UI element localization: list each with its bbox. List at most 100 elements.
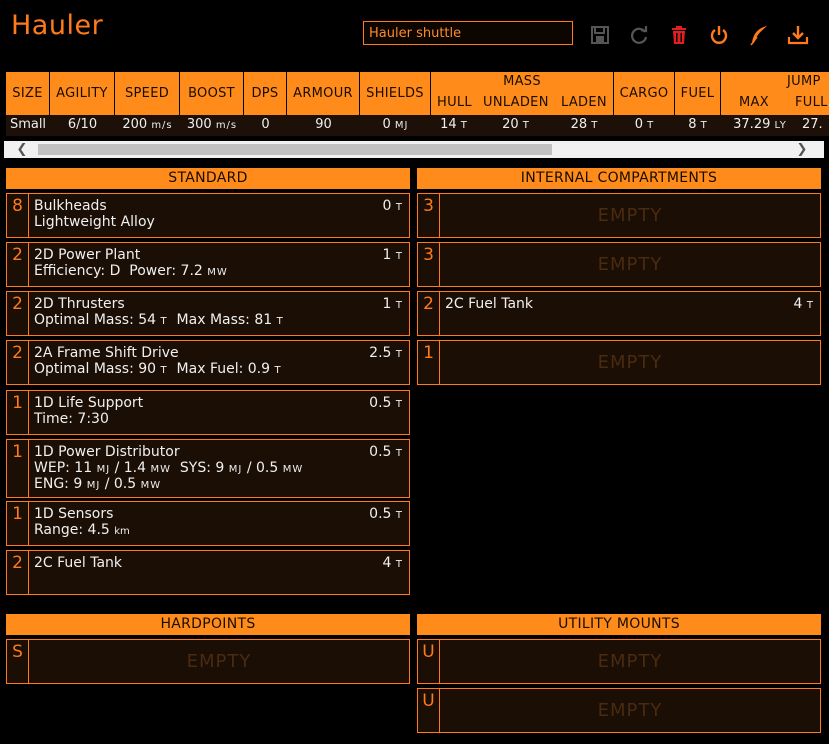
slot-name: 1D Power Distributor: [34, 444, 180, 460]
slot-detail: Range: 4.5 km: [34, 522, 130, 538]
value-armour: 90: [315, 117, 332, 132]
header-unladen[interactable]: UNLADEN: [483, 95, 549, 110]
slot-name: 2C Fuel Tank: [34, 555, 123, 571]
slot-name: 2C Fuel Tank: [445, 296, 534, 312]
internal-slot-1[interactable]: 3 EMPTY: [417, 193, 821, 238]
slot-class: 1: [7, 391, 29, 434]
header-mass-group: MASS HULL UNLADEN LADEN: [431, 72, 614, 115]
utility-slot-2[interactable]: U EMPTY: [417, 688, 821, 733]
header-shields[interactable]: SHIELDS: [360, 72, 431, 115]
export-button[interactable]: [787, 24, 809, 46]
trash-icon: [672, 26, 686, 44]
edit-button[interactable]: [748, 24, 770, 46]
standard-slot-bulkheads[interactable]: 8 Bulkheads 0 T Lightweight Alloy: [6, 193, 410, 238]
slot-empty-label: EMPTY: [186, 651, 252, 672]
scroll-right-icon[interactable]: ❯: [794, 141, 810, 158]
slot-class: U: [418, 689, 440, 732]
standard-slot-power-plant[interactable]: 2 2D Power Plant 1 T Efficiency: D Power…: [6, 242, 410, 287]
hardpoint-slot-small[interactable]: S EMPTY: [6, 639, 410, 684]
scrollbar-thumb[interactable]: [38, 144, 552, 155]
slot-name: 2D Thrusters: [34, 296, 125, 312]
header-dps[interactable]: DPS: [244, 72, 287, 115]
internal-slot-fuel-tank[interactable]: 2 2C Fuel Tank 4 T: [417, 291, 821, 336]
feather-icon: [750, 26, 767, 46]
header-jump: JUMP: [787, 74, 821, 89]
build-name-input[interactable]: [363, 21, 573, 45]
section-utility-header[interactable]: UTILITY MOUNTS: [417, 614, 821, 635]
slot-detail: Efficiency: D Power: 7.2 MW: [34, 263, 228, 279]
standard-slot-power-distributor[interactable]: 1 1D Power Distributor 0.5 T WEP: 11 MJ …: [6, 439, 410, 498]
app-title: Hauler: [11, 10, 104, 41]
slot-mass: 1 T: [382, 247, 403, 263]
ship-stats-table: SIZE AGILITY SPEED BOOST DPS ARMOUR SHIE…: [6, 72, 829, 136]
header-max[interactable]: MAX: [739, 95, 769, 110]
section-hardpoints-header[interactable]: HARDPOINTS: [6, 614, 410, 635]
internal-slot-2[interactable]: 3 EMPTY: [417, 242, 821, 287]
header-armour[interactable]: ARMOUR: [287, 72, 360, 115]
utility-slot-1[interactable]: U EMPTY: [417, 639, 821, 684]
value-size: Small: [9, 117, 47, 132]
slot-class: 1: [418, 341, 440, 384]
slot-class: 2: [418, 292, 440, 335]
section-standard-header[interactable]: STANDARD: [6, 168, 410, 189]
stats-value-row: Small 6/10 200 m/s 300 m/s 0 90 0 MJ 14 …: [6, 115, 829, 136]
value-shields: 0 MJ: [382, 117, 409, 132]
value-full-jump: 27.: [802, 117, 823, 132]
header-laden[interactable]: LADEN: [561, 95, 607, 110]
slot-mass: 4 T: [382, 555, 403, 571]
slot-class: 2: [7, 292, 29, 335]
slot-detail: Optimal Mass: 54 T Max Mass: 81 T: [34, 312, 284, 328]
scroll-left-icon[interactable]: ❮: [14, 141, 30, 158]
standard-slot-thrusters[interactable]: 2 2D Thrusters 1 T Optimal Mass: 54 T Ma…: [6, 291, 410, 336]
value-cargo: 0 T: [634, 117, 655, 132]
standard-slot-fuel-tank[interactable]: 2 2C Fuel Tank 4 T: [6, 550, 410, 595]
stats-header-row: SIZE AGILITY SPEED BOOST DPS ARMOUR SHIE…: [6, 72, 829, 115]
header-cargo[interactable]: CARGO: [614, 72, 675, 115]
save-button[interactable]: [589, 24, 611, 46]
value-dps: 0: [261, 117, 270, 132]
slot-empty-label: EMPTY: [597, 651, 663, 672]
value-speed: 200 m/s: [122, 117, 173, 132]
slot-empty-label: EMPTY: [597, 254, 663, 275]
slot-class: 8: [7, 194, 29, 237]
slot-class: S: [7, 640, 29, 683]
slot-mass: 0.5 T: [369, 506, 403, 522]
standard-slot-life-support[interactable]: 1 1D Life Support 0.5 T Time: 7:30: [6, 390, 410, 435]
value-hull: 14 T: [440, 117, 468, 132]
header-jump-group: JUMP MAX FULL: [721, 72, 829, 115]
slot-class: 1: [7, 502, 29, 545]
header-fuel[interactable]: FUEL: [675, 72, 721, 115]
horizontal-scrollbar[interactable]: ❮ ❯: [4, 141, 824, 158]
delete-button[interactable]: [668, 24, 690, 46]
header-size[interactable]: SIZE: [6, 72, 50, 115]
reload-button[interactable]: [628, 24, 650, 46]
slot-name: 2A Frame Shift Drive: [34, 345, 179, 361]
slot-detail: Optimal Mass: 90 T Max Fuel: 0.9 T: [34, 361, 282, 377]
standard-slot-sensors[interactable]: 1 1D Sensors 0.5 T Range: 4.5 km: [6, 501, 410, 546]
header-hull[interactable]: HULL: [437, 95, 472, 110]
slot-class: 2: [7, 243, 29, 286]
standard-slot-frame-shift-drive[interactable]: 2 2A Frame Shift Drive 2.5 T Optimal Mas…: [6, 340, 410, 385]
value-fuel: 8 T: [688, 117, 708, 132]
slot-class: 1: [7, 440, 29, 497]
slot-class: U: [418, 640, 440, 683]
header-boost[interactable]: BOOST: [180, 72, 244, 115]
slot-class: 3: [418, 194, 440, 237]
slot-mass: 2.5 T: [369, 345, 403, 361]
reload-icon: [631, 26, 648, 44]
header-full[interactable]: FULL: [795, 95, 828, 110]
header-agility[interactable]: AGILITY: [50, 72, 115, 115]
slot-class: 2: [7, 551, 29, 594]
slot-mass: 4 T: [793, 296, 814, 312]
slot-name: 2D Power Plant: [34, 247, 141, 263]
slot-name: 1D Life Support: [34, 395, 144, 411]
section-internal-header[interactable]: INTERNAL COMPARTMENTS: [417, 168, 821, 189]
header-speed[interactable]: SPEED: [115, 72, 180, 115]
value-unladen: 20 T: [502, 117, 530, 132]
power-button[interactable]: [708, 24, 730, 46]
slot-mass: 0.5 T: [369, 444, 403, 460]
slot-empty-label: EMPTY: [597, 700, 663, 721]
slot-mass: 0.5 T: [369, 395, 403, 411]
internal-slot-4[interactable]: 1 EMPTY: [417, 340, 821, 385]
slot-name: Bulkheads: [34, 198, 107, 214]
